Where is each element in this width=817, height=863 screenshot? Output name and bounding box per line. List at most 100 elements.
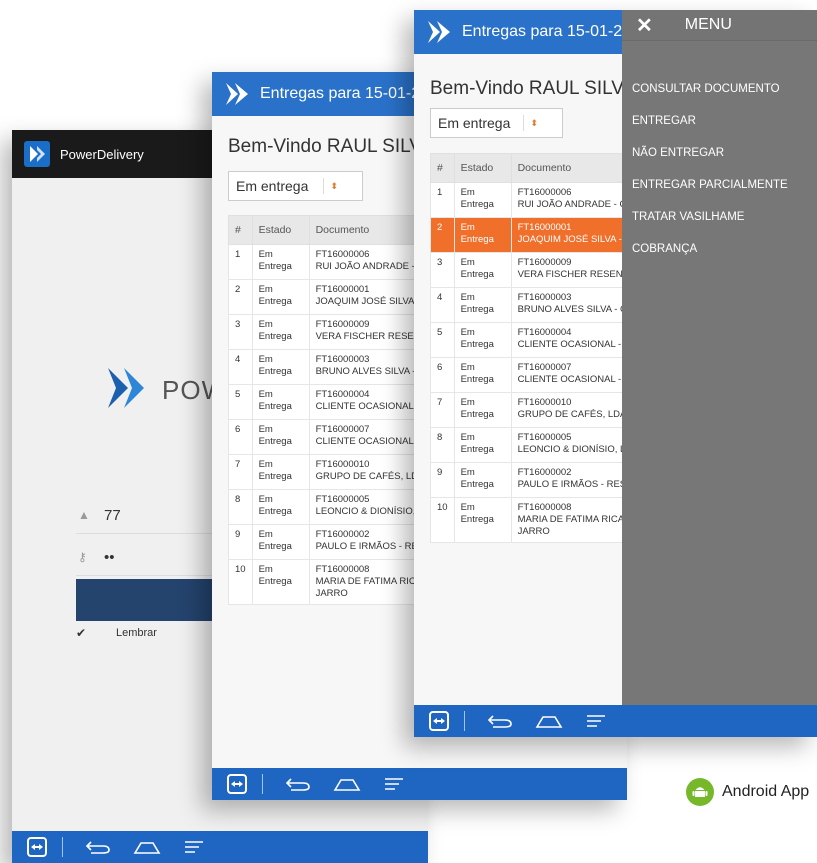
back-icon[interactable] bbox=[487, 713, 513, 729]
row-estado-line1: Em bbox=[258, 389, 273, 400]
row-estado-line2: Entrega bbox=[258, 471, 292, 482]
row-estado-line1: Em bbox=[460, 362, 475, 373]
row-number: 6 bbox=[430, 357, 455, 393]
menu-item-entregar[interactable]: ENTREGAR bbox=[622, 105, 817, 137]
android-nav-bar bbox=[414, 705, 817, 737]
recent-apps-icon[interactable] bbox=[585, 713, 607, 729]
row-number: 1 bbox=[430, 182, 455, 218]
row-estado-line1: Em bbox=[460, 327, 475, 338]
menu-title: MENU bbox=[684, 16, 732, 33]
row-number: 2 bbox=[228, 279, 253, 315]
row-estado: Em Entrega bbox=[251, 314, 310, 350]
row-estado-line2: Entrega bbox=[258, 541, 292, 552]
status-filter-select[interactable]: Em entrega ⬍ bbox=[430, 108, 563, 138]
recent-apps-icon[interactable] bbox=[383, 776, 405, 792]
row-number: 1 bbox=[228, 244, 253, 280]
key-icon: ⚷ bbox=[78, 550, 87, 564]
row-estado-line2: Entrega bbox=[460, 234, 494, 245]
row-number: 8 bbox=[228, 489, 253, 525]
menu-item-nao-entregar[interactable]: NÃO ENTREGAR bbox=[622, 137, 817, 169]
row-estado-line1: Em bbox=[460, 222, 475, 233]
home-icon[interactable] bbox=[133, 839, 161, 855]
row-estado-line2: Entrega bbox=[460, 409, 494, 420]
select-divider bbox=[323, 178, 325, 194]
row-estado-line1: Em bbox=[460, 397, 475, 408]
remember-checkbox[interactable]: ✔ Lembrar bbox=[76, 626, 157, 640]
row-estado-line2: Entrega bbox=[258, 331, 292, 342]
row-number: 7 bbox=[430, 392, 455, 428]
row-estado-line1: Em bbox=[258, 319, 273, 330]
row-number: 6 bbox=[228, 419, 253, 455]
row-estado: Em Entrega bbox=[251, 244, 310, 280]
nav-divider bbox=[262, 774, 263, 794]
list-phone-front: Entregas para 15-01-201 Bem-Vindo RAUL S… bbox=[414, 10, 817, 737]
row-estado: Em Entrega bbox=[453, 182, 512, 218]
row-estado: Em Entrega bbox=[453, 322, 512, 358]
android-app-badge: Android App bbox=[686, 778, 809, 806]
row-estado-line2: Entrega bbox=[258, 366, 292, 377]
row-estado-line2: Entrega bbox=[460, 444, 494, 455]
row-estado-line2: Entrega bbox=[460, 269, 494, 280]
row-estado-line1: Em bbox=[258, 284, 273, 295]
filter-value: Em entrega bbox=[236, 178, 309, 194]
row-estado-line1: Em bbox=[460, 257, 475, 268]
menu-item-entregar-parcialmente[interactable]: ENTREGAR PARCIALMENTE bbox=[622, 169, 817, 201]
row-number: 3 bbox=[430, 252, 455, 288]
close-icon[interactable]: ✕ bbox=[636, 13, 653, 38]
android-icon bbox=[686, 778, 714, 806]
col-header-estado: Estado bbox=[453, 153, 512, 183]
row-estado-line2: Entrega bbox=[258, 506, 292, 517]
row-estado: Em Entrega bbox=[453, 357, 512, 393]
teamviewer-icon[interactable] bbox=[226, 773, 248, 795]
col-header-estado: Estado bbox=[251, 215, 310, 245]
row-estado: Em Entrega bbox=[251, 454, 310, 490]
row-estado: Em Entrega bbox=[251, 489, 310, 525]
col-header-number: # bbox=[430, 153, 455, 183]
app-logo-icon bbox=[224, 81, 250, 107]
row-estado-line1: Em bbox=[258, 459, 273, 470]
app-title: PowerDelivery bbox=[60, 146, 144, 162]
row-estado-line1: Em bbox=[460, 292, 475, 303]
row-estado-line1: Em bbox=[460, 502, 475, 513]
home-icon[interactable] bbox=[535, 713, 563, 729]
menu-item-consultar-documento[interactable]: CONSULTAR DOCUMENTO bbox=[622, 73, 817, 105]
row-estado-line2: Entrega bbox=[460, 304, 494, 315]
row-estado: Em Entrega bbox=[453, 287, 512, 323]
back-icon[interactable] bbox=[85, 839, 111, 855]
teamviewer-icon[interactable] bbox=[26, 836, 48, 858]
row-estado-line2: Entrega bbox=[258, 436, 292, 447]
row-estado: Em Entrega bbox=[453, 427, 512, 463]
row-estado-line2: Entrega bbox=[460, 514, 494, 525]
row-estado-line2: Entrega bbox=[258, 576, 292, 587]
select-divider bbox=[523, 115, 525, 131]
menu-item-tratar-vasilhame[interactable]: TRATAR VASILHAME bbox=[622, 201, 817, 233]
back-icon[interactable] bbox=[285, 776, 311, 792]
android-nav-bar bbox=[12, 831, 428, 863]
teamviewer-icon[interactable] bbox=[428, 710, 450, 732]
password-value: •• bbox=[104, 548, 115, 566]
row-estado-line2: Entrega bbox=[460, 479, 494, 490]
row-estado-line1: Em bbox=[258, 249, 273, 260]
row-estado-line2: Entrega bbox=[460, 199, 494, 210]
row-number: 4 bbox=[430, 287, 455, 323]
welcome-text: Bem-Vindo RAUL SILVA bbox=[430, 78, 636, 99]
brand-logo: POW bbox=[104, 366, 227, 415]
app-logo-icon bbox=[24, 141, 50, 167]
row-estado-line1: Em bbox=[258, 424, 273, 435]
row-estado: Em Entrega bbox=[251, 384, 310, 420]
select-caret-icon: ⬍ bbox=[530, 117, 538, 128]
nav-divider bbox=[62, 837, 63, 857]
row-number: 9 bbox=[430, 462, 455, 498]
row-number: 8 bbox=[430, 427, 455, 463]
row-number: 2 bbox=[430, 217, 455, 253]
row-estado-line2: Entrega bbox=[258, 401, 292, 412]
brand-logo-icon bbox=[104, 366, 152, 415]
menu-item-cobranca[interactable]: COBRANÇA bbox=[622, 233, 817, 265]
user-icon: ▲ bbox=[78, 508, 90, 522]
status-filter-select[interactable]: Em entrega ⬍ bbox=[228, 171, 363, 201]
home-icon[interactable] bbox=[333, 776, 361, 792]
row-estado-line1: Em bbox=[258, 564, 273, 575]
menu-header: ✕ MENU bbox=[622, 10, 817, 41]
recent-apps-icon[interactable] bbox=[183, 839, 205, 855]
row-estado: Em Entrega bbox=[251, 349, 310, 385]
